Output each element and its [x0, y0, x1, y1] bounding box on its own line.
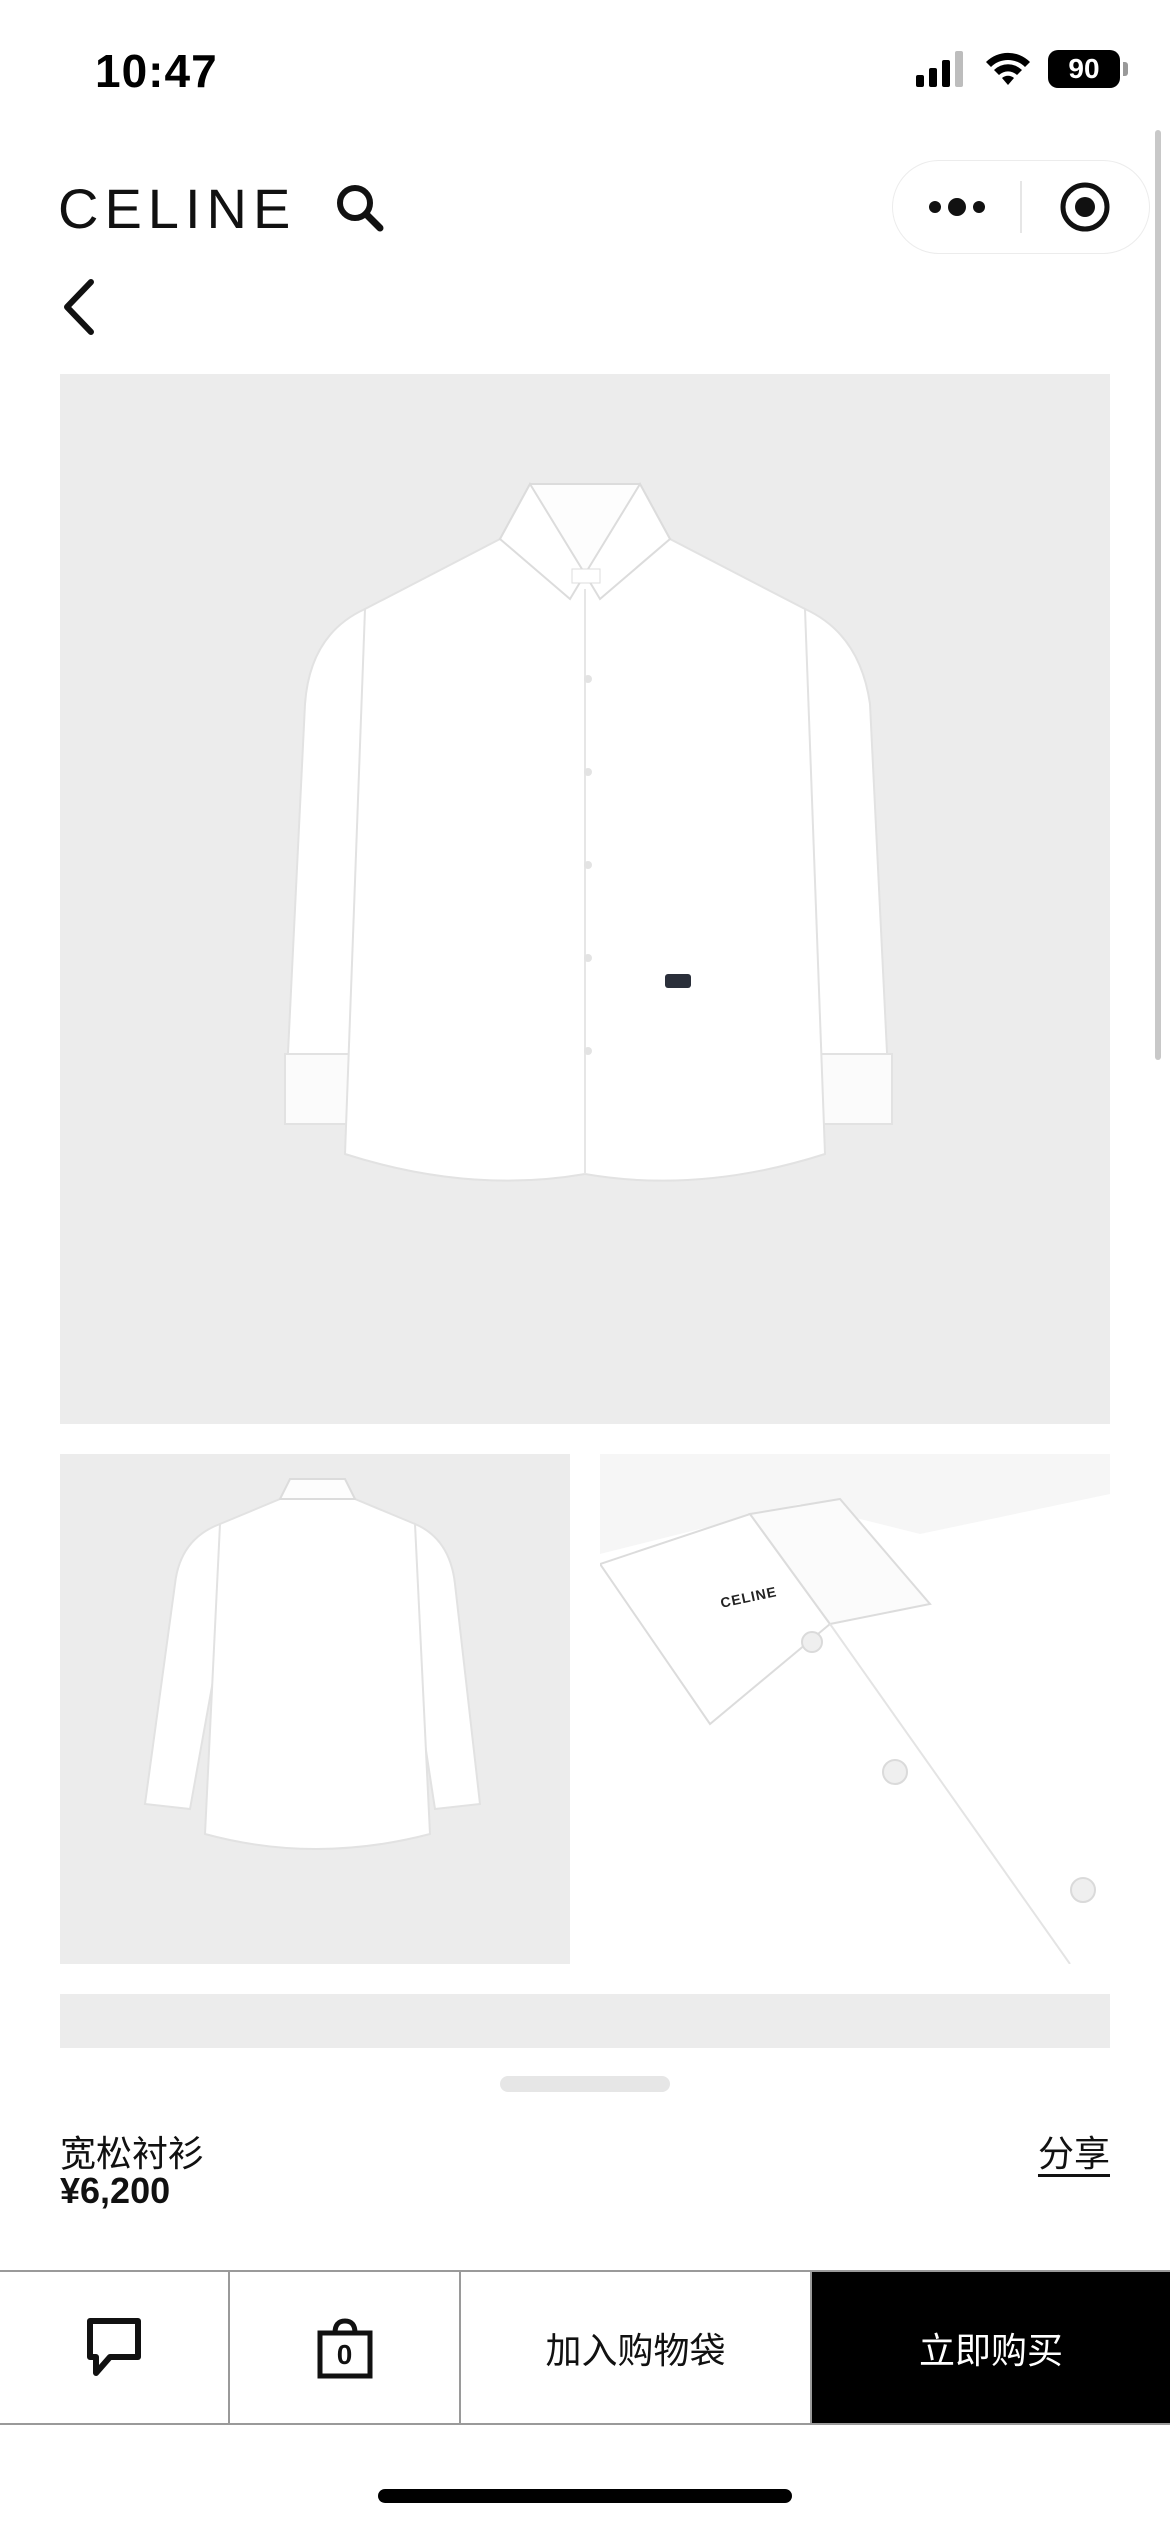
- wifi-icon: [986, 52, 1030, 85]
- add-to-bag-button[interactable]: 加入购物袋: [461, 2272, 812, 2423]
- more-button[interactable]: [893, 161, 1020, 253]
- target-icon: [1060, 182, 1110, 232]
- more-dots-icon: [928, 198, 985, 216]
- home-indicator[interactable]: [378, 2489, 792, 2503]
- bottom-action-bar: 0 加入购物袋 立即购买: [0, 2270, 1170, 2425]
- shirt-front-illustration: [283, 482, 893, 1182]
- bag-icon: 0: [317, 2317, 373, 2379]
- search-button[interactable]: [332, 180, 388, 236]
- product-image-back[interactable]: [60, 1454, 570, 1964]
- chat-icon: [87, 2317, 141, 2376]
- collar-detail-illustration: [600, 1454, 1110, 1964]
- battery-indicator: 90: [1048, 50, 1128, 88]
- status-time: 10:47: [95, 45, 218, 97]
- product-image-next[interactable]: [60, 1994, 1110, 2048]
- status-icons: 90: [916, 50, 1128, 88]
- miniprogram-capsule: [892, 160, 1150, 254]
- shopping-bag-button[interactable]: 0: [230, 2272, 461, 2423]
- product-image-main[interactable]: [60, 374, 1110, 1424]
- product-image-collar-detail[interactable]: CELINE: [600, 1454, 1110, 1964]
- buy-now-button[interactable]: 立即购买: [812, 2272, 1170, 2423]
- search-icon: [337, 185, 384, 232]
- sheet-drag-handle[interactable]: [500, 2076, 670, 2092]
- back-button[interactable]: [55, 272, 105, 342]
- share-link[interactable]: 分享: [1038, 2125, 1110, 2177]
- bag-count-badge: 0: [336, 2338, 353, 2370]
- shirt-back-illustration: [143, 1478, 482, 1850]
- product-price: ¥6,200: [60, 2170, 171, 2211]
- chat-button[interactable]: [0, 2272, 230, 2423]
- chevron-left-icon: [64, 279, 94, 335]
- scrollbar[interactable]: [1155, 130, 1161, 1060]
- brand-logo[interactable]: CELINE: [58, 176, 296, 241]
- signal-icon: [916, 51, 963, 87]
- close-miniprogram-button[interactable]: [1022, 161, 1149, 253]
